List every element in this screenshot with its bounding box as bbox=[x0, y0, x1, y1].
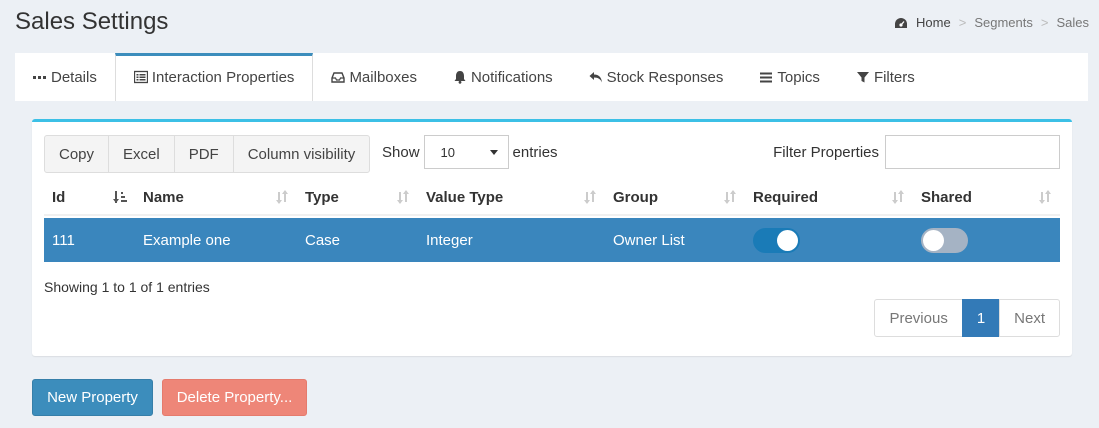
column-header-required[interactable]: Required bbox=[745, 178, 913, 216]
tab-label: Stock Responses bbox=[606, 68, 724, 86]
breadcrumb-separator: > bbox=[1040, 15, 1049, 30]
breadcrumb-home[interactable]: Home bbox=[916, 15, 951, 30]
inbox-icon bbox=[331, 72, 346, 83]
breadcrumb-sales: Sales bbox=[1056, 15, 1089, 30]
delete-property-button[interactable]: Delete Property... bbox=[162, 379, 307, 416]
sort-icon bbox=[276, 190, 288, 204]
tab-stock-responses[interactable]: Stock Responses bbox=[571, 53, 742, 101]
cell-required bbox=[745, 218, 913, 262]
dashboard-icon bbox=[895, 17, 908, 28]
column-header-group[interactable]: Group bbox=[605, 178, 745, 216]
entries-select[interactable]: 10 bbox=[423, 135, 509, 169]
cell-group: Owner List bbox=[613, 231, 685, 249]
cell-name: Example one bbox=[143, 231, 231, 249]
column-label: Type bbox=[305, 188, 339, 206]
bell-icon bbox=[454, 71, 466, 84]
column-label: Required bbox=[753, 188, 819, 206]
list-alt-icon bbox=[133, 70, 148, 84]
tab-bar: Details Interaction Properties Mailboxes… bbox=[15, 53, 1088, 101]
tab-filters[interactable]: Filters bbox=[838, 53, 933, 101]
tab-label: Topics bbox=[777, 68, 820, 86]
tab-label: Interaction Properties bbox=[151, 68, 295, 86]
sort-amount-desc-icon bbox=[113, 191, 127, 203]
caret-down-icon bbox=[489, 149, 498, 155]
pagination: Previous 1 Next bbox=[874, 299, 1060, 337]
column-header-value-type[interactable]: Value Type bbox=[418, 178, 605, 216]
new-property-button[interactable]: New Property bbox=[32, 379, 153, 416]
tab-mailboxes[interactable]: Mailboxes bbox=[313, 53, 435, 101]
sort-icon bbox=[892, 190, 904, 204]
breadcrumb: Home > Segments > Sales bbox=[894, 15, 1089, 30]
column-header-id[interactable]: Id bbox=[44, 178, 135, 216]
column-header-type[interactable]: Type bbox=[297, 178, 418, 216]
table-header: Id Name Type Value Type Group Required S… bbox=[44, 178, 1060, 216]
reply-icon bbox=[589, 72, 602, 83]
export-button-group: Copy Excel PDF Column visibility bbox=[44, 135, 371, 173]
tab-interaction-properties[interactable]: Interaction Properties bbox=[114, 53, 314, 101]
tab-topics[interactable]: Topics bbox=[741, 53, 838, 101]
sort-icon bbox=[1039, 190, 1051, 204]
table-row[interactable]: 111 Example one Case Integer Owner List bbox=[44, 218, 1060, 262]
pdf-button[interactable]: PDF bbox=[173, 135, 234, 173]
cell-shared bbox=[913, 218, 1060, 262]
column-label: Value Type bbox=[426, 188, 504, 206]
toggle-knob bbox=[777, 229, 798, 251]
excel-button[interactable]: Excel bbox=[108, 135, 175, 173]
tab-details[interactable]: Details bbox=[15, 53, 115, 101]
cell-id: 111 bbox=[52, 231, 75, 249]
cell-value-type: Integer bbox=[426, 231, 473, 249]
tab-notifications[interactable]: Notifications bbox=[435, 53, 571, 101]
show-label: Show bbox=[382, 143, 420, 161]
page-1-button[interactable]: 1 bbox=[961, 299, 1001, 337]
tab-label: Notifications bbox=[470, 68, 553, 86]
entries-value: 10 bbox=[440, 144, 455, 160]
previous-button[interactable]: Previous bbox=[874, 299, 963, 337]
column-visibility-button[interactable]: Column visibility bbox=[232, 135, 371, 173]
filter-icon bbox=[856, 72, 869, 83]
shared-toggle[interactable] bbox=[921, 227, 968, 253]
next-button[interactable]: Next bbox=[999, 299, 1060, 337]
page-title: Sales Settings bbox=[15, 8, 169, 35]
bars-icon bbox=[760, 72, 773, 83]
sort-icon bbox=[397, 190, 409, 204]
tab-label: Mailboxes bbox=[349, 68, 417, 86]
column-label: Id bbox=[52, 188, 66, 206]
table-info: Showing 1 to 1 of 1 entries bbox=[44, 279, 210, 295]
column-label: Shared bbox=[921, 188, 972, 206]
filter-control: Filter Properties bbox=[773, 135, 1060, 169]
copy-button[interactable]: Copy bbox=[44, 135, 110, 173]
entries-label: entries bbox=[512, 143, 558, 161]
breadcrumb-separator: > bbox=[958, 15, 967, 30]
column-header-name[interactable]: Name bbox=[135, 178, 297, 216]
column-header-shared[interactable]: Shared bbox=[913, 178, 1060, 216]
toggle-knob bbox=[923, 229, 944, 251]
tab-label: Filters bbox=[873, 68, 915, 86]
filter-input[interactable] bbox=[885, 135, 1060, 169]
ellipsis-icon bbox=[33, 76, 46, 79]
breadcrumb-segments[interactable]: Segments bbox=[974, 15, 1033, 30]
tab-label: Details bbox=[51, 68, 97, 86]
sort-icon bbox=[584, 190, 596, 204]
filter-label: Filter Properties bbox=[773, 143, 879, 161]
properties-panel: Copy Excel PDF Column visibility Show 10… bbox=[32, 119, 1072, 356]
sort-icon bbox=[724, 190, 736, 204]
column-label: Name bbox=[143, 188, 184, 206]
page-length-control: Show 10 entries bbox=[382, 135, 558, 169]
required-toggle[interactable] bbox=[753, 227, 800, 253]
cell-type: Case bbox=[305, 231, 341, 249]
column-label: Group bbox=[613, 188, 658, 206]
